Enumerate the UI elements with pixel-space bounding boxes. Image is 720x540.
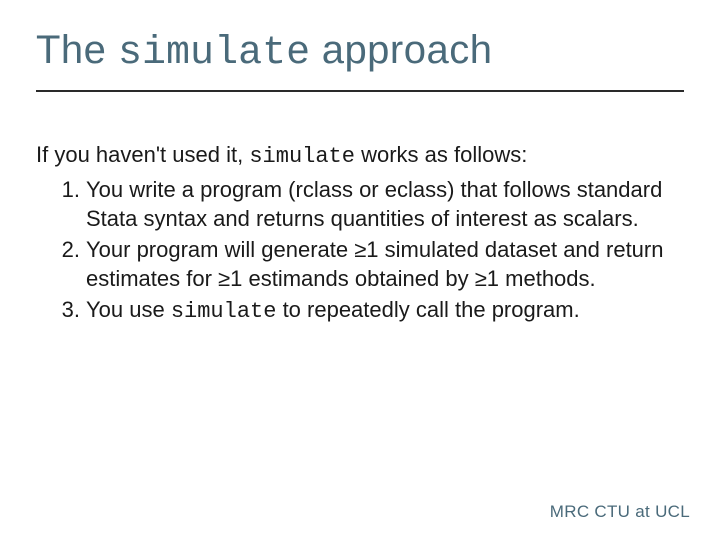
title-underline [36,90,684,92]
title-post: approach [310,28,492,72]
item-code: simulate [171,299,277,324]
list-item: 1. You write a program (rclass or eclass… [64,175,684,233]
item-text: Your program will generate ≥1 simulated … [86,237,663,291]
item-number: 2. [54,235,80,264]
numbered-list: 1. You write a program (rclass or eclass… [36,175,684,326]
footer-text: MRC CTU at UCL [550,502,690,522]
item-number: 3. [54,295,80,324]
item-number: 1. [54,175,80,204]
intro-post: works as follows: [355,142,527,167]
slide: The simulate approach If you haven't use… [0,0,720,540]
list-item: 2. Your program will generate ≥1 simulat… [64,235,684,293]
intro-line: If you haven't used it, simulate works a… [36,140,684,171]
title-code: simulate [118,31,310,76]
slide-title: The simulate approach [36,28,684,76]
item-pre: You use [86,297,171,322]
intro-pre: If you haven't used it, [36,142,249,167]
item-post: to repeatedly call the program. [276,297,579,322]
intro-code: simulate [249,144,355,169]
title-pre: The [36,28,118,72]
item-text: You write a program (rclass or eclass) t… [86,177,662,231]
slide-body: If you haven't used it, simulate works a… [36,140,684,326]
list-item: 3. You use simulate to repeatedly call t… [64,295,684,326]
